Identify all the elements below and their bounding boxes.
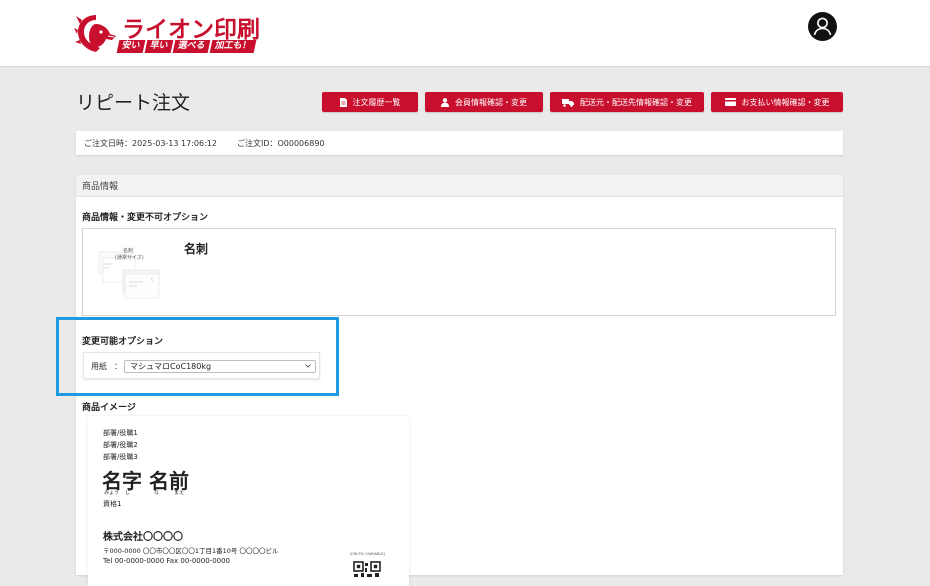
logo-tagline: 安い 早い 選べる 加工も！ [116,40,257,53]
document-icon [339,97,347,107]
card-address: 〒000-0000 〇〇市〇〇区〇〇1丁目1番10号 〇〇〇〇ビル [103,547,279,555]
paper-select[interactable]: マシュマロCoC180kg [124,360,316,373]
thumbnail-caption: (通常サイズ) [115,255,144,261]
user-avatar[interactable] [808,12,837,41]
person-icon [441,97,449,107]
product-thumbnail: 名刺 (通常サイズ) [95,242,165,304]
card-qualification: 資格1 [103,500,122,508]
tagline-item: 選べる [172,40,211,53]
product-name: 名刺 [184,242,209,256]
tagline-item: 加工も！ [209,40,257,53]
changeable-options-title: 変更可能オプション [82,337,164,347]
payment-info-label: お支払い情報確認・変更 [741,97,830,107]
fixed-options-box: 名刺 (通常サイズ) 名刺 [82,228,836,316]
tagline-item: 安い [116,40,146,53]
truck-icon [562,98,574,107]
card-company: 株式会社〇〇〇〇 [103,532,183,543]
thumbnail-caption: 名刺 [123,248,134,254]
card-tel-fax: Tel 00-0000-0000 Fax 00-0000-0000 [103,557,231,565]
site-header: ライオン印刷 安い 早い 選べる 加工も！ [0,0,930,67]
order-history-label: 注文履歴一覧 [352,97,401,107]
card-ruby-3: な [154,490,160,496]
shipping-info-label: 配送元・配送先情報確認・変更 [580,97,692,107]
paper-separator: ： [114,362,122,371]
card-icon [724,98,736,106]
page-title: リピート注文 [76,92,191,114]
member-info-label: 会員情報確認・変更 [455,97,527,107]
member-info-button[interactable]: 会員情報確認・変更 [425,92,543,112]
card-ruby-4: まえ [174,490,185,496]
product-panel-title: 商品情報 [76,175,843,197]
lion-logo-icon [74,15,116,52]
order-id: ご注文ID：O00006890 [236,138,325,148]
card-ruby-1: みょう [104,490,120,496]
card-title-3: 部署/役職3 [103,453,138,461]
paper-label: 用紙 [91,362,107,371]
tagline-item: 早い [144,40,174,53]
shipping-info-button[interactable]: 配送元・配送先情報確認・変更 [550,92,704,112]
paper-option-row: 用紙 ： マシュマロCoC180kg [83,352,320,379]
card-title-2: 部署/役職2 [103,441,138,449]
business-card-preview: 部署/役職1 部署/役職2 部署/役職3 名字 名前 みょう じ な まえ 資格… [88,416,409,586]
order-history-button[interactable]: 注文履歴一覧 [322,92,418,112]
product-image-title: 商品イメージ [82,403,136,413]
logo-wordmark: ライオン印刷 [122,17,260,43]
qr-code-icon [353,561,381,577]
order-date: ご注文日時：2025-03-13 17:06:12 [84,138,217,148]
chevron-down-icon [305,364,311,368]
paper-select-value: マシュマロCoC180kg [130,362,212,371]
fixed-options-title: 商品情報・変更不可オプション [82,213,209,223]
order-info-bar: ご注文日時：2025-03-13 17:06:12 ご注文ID：O0000689… [76,131,843,155]
card-ruby-2: じ [125,490,131,496]
payment-info-button[interactable]: お支払い情報確認・変更 [711,92,843,112]
card-title-1: 部署/役職1 [103,429,138,437]
site-logo[interactable]: ライオン印刷 安い 早い 選べる 加工も！ [74,12,269,56]
user-icon [813,17,832,36]
card-qr-label: JOIN PIC (VARIABLE) [350,552,385,556]
